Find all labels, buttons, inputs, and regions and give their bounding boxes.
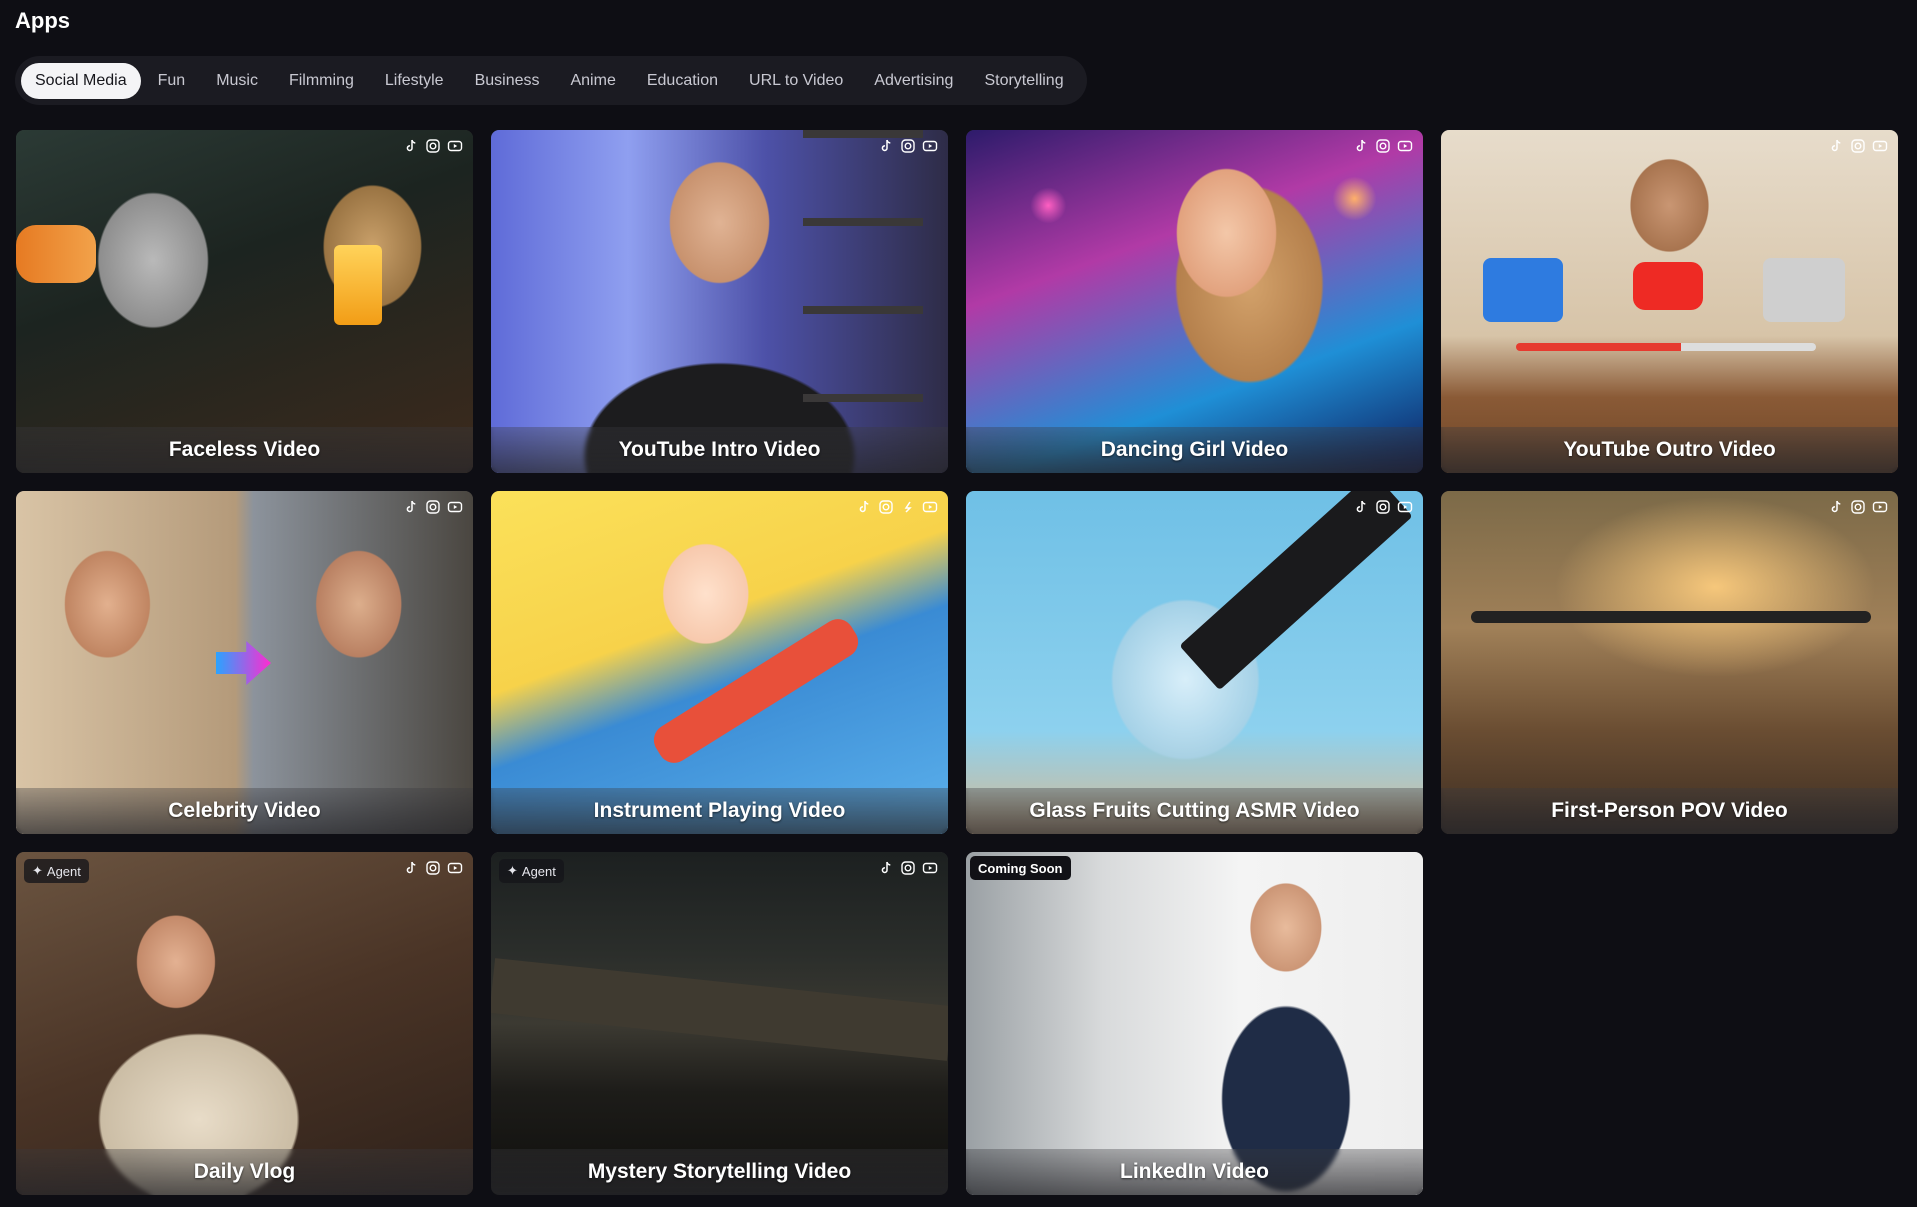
tab-storytelling[interactable]: Storytelling	[970, 63, 1077, 99]
thumbnail-image	[966, 491, 1423, 834]
instagram-icon	[425, 138, 441, 154]
platform-icons	[856, 499, 938, 515]
app-card-youtube-intro-video[interactable]: YouTube Intro Video	[491, 130, 948, 473]
platform-icons	[1828, 499, 1888, 515]
platform-icons	[1828, 138, 1888, 154]
tab-lifestyle[interactable]: Lifestyle	[371, 63, 458, 99]
platform-icons	[1353, 138, 1413, 154]
page-title: Apps	[15, 8, 70, 33]
youtube-icon	[922, 499, 938, 515]
tab-education[interactable]: Education	[633, 63, 732, 99]
thumbnail-image	[16, 491, 473, 834]
app-card-linkedin-video[interactable]: Coming Soon LinkedIn Video	[966, 852, 1423, 1195]
thumbnail-image	[491, 130, 948, 473]
app-card-mystery-storytelling-video[interactable]: ✦ Agent Mystery Storytelling Video	[491, 852, 948, 1195]
sparkle-icon: ✦	[32, 863, 43, 878]
instagram-icon	[1375, 138, 1391, 154]
thumbnail-image	[16, 852, 473, 1195]
instagram-icon	[1850, 138, 1866, 154]
youtube-icon	[1872, 138, 1888, 154]
thumbnail-image	[491, 491, 948, 834]
youtube-icon	[922, 138, 938, 154]
coming-soon-badge: Coming Soon	[970, 856, 1071, 880]
tiktok-icon	[403, 138, 419, 154]
tiktok-icon	[1353, 138, 1369, 154]
instagram-icon	[900, 138, 916, 154]
agent-badge: ✦ Agent	[499, 859, 564, 883]
thumbnail-image	[1441, 130, 1898, 473]
app-card-glass-fruits-cutting-asmr-video[interactable]: Glass Fruits Cutting ASMR Video	[966, 491, 1423, 834]
tiktok-icon	[856, 499, 872, 515]
instagram-icon	[425, 499, 441, 515]
tab-social-media[interactable]: Social Media	[21, 62, 141, 99]
card-title: Faceless Video	[168, 438, 321, 461]
app-card-first-person-pov-video[interactable]: First-Person POV Video	[1441, 491, 1898, 834]
sparkle-icon: ✦	[507, 863, 518, 878]
youtube-icon	[1872, 499, 1888, 515]
app-card-daily-vlog[interactable]: ✦ Agent Daily Vlog	[16, 852, 473, 1195]
youtube-icon	[447, 860, 463, 876]
platform-icons	[1353, 499, 1413, 515]
app-grid: Faceless Video YouTube Intro Video Danci…	[16, 130, 1898, 1195]
card-title: Dancing Girl Video	[1100, 438, 1289, 461]
platform-icons	[878, 138, 938, 154]
platform-icons	[403, 138, 463, 154]
thumbnail-image	[16, 130, 473, 473]
agent-badge: ✦ Agent	[24, 859, 89, 883]
tab-url-to-video[interactable]: URL to Video	[735, 63, 857, 99]
thumbnail-image	[491, 852, 948, 1195]
tiktok-icon	[1828, 499, 1844, 515]
thumbnail-image	[966, 852, 1423, 1195]
card-title: Glass Fruits Cutting ASMR Video	[1029, 799, 1360, 822]
app-card-celebrity-video[interactable]: Celebrity Video	[16, 491, 473, 834]
instagram-icon	[900, 860, 916, 876]
tiktok-icon	[403, 499, 419, 515]
instagram-icon	[425, 860, 441, 876]
thumbnail-image	[1441, 491, 1898, 834]
tiktok-icon	[403, 860, 419, 876]
youtube-icon	[1397, 138, 1413, 154]
youtube-icon	[922, 860, 938, 876]
app-card-youtube-outro-video[interactable]: YouTube Outro Video	[1441, 130, 1898, 473]
category-tabs: Social Media Fun Music Filmming Lifestyl…	[15, 56, 1087, 105]
thumbnail-image	[966, 130, 1423, 473]
app-card-faceless-video[interactable]: Faceless Video	[16, 130, 473, 473]
instagram-icon	[1850, 499, 1866, 515]
instagram-icon	[1375, 499, 1391, 515]
platform-icons	[403, 499, 463, 515]
tab-music[interactable]: Music	[202, 63, 272, 99]
app-card-dancing-girl-video[interactable]: Dancing Girl Video	[966, 130, 1423, 473]
card-title: YouTube Intro Video	[618, 438, 821, 461]
tab-anime[interactable]: Anime	[556, 63, 629, 99]
card-title: Daily Vlog	[193, 1160, 296, 1183]
tiktok-icon	[1828, 138, 1844, 154]
platform-icons	[403, 860, 463, 876]
instagram-icon	[878, 499, 894, 515]
tiktok-icon	[1353, 499, 1369, 515]
tiktok-icon	[878, 138, 894, 154]
tiktok-icon	[878, 860, 894, 876]
youtube-icon	[447, 499, 463, 515]
card-title: YouTube Outro Video	[1563, 438, 1776, 461]
platform-icons	[878, 860, 938, 876]
youtube-icon	[1397, 499, 1413, 515]
threads-icon	[900, 499, 916, 515]
tab-advertising[interactable]: Advertising	[860, 63, 967, 99]
card-title: LinkedIn Video	[1120, 1160, 1269, 1183]
tab-filmming[interactable]: Filmming	[275, 63, 368, 99]
youtube-icon	[447, 138, 463, 154]
card-title: Instrument Playing Video	[593, 799, 846, 822]
card-title: Mystery Storytelling Video	[587, 1160, 852, 1183]
tab-fun[interactable]: Fun	[144, 63, 200, 99]
app-card-instrument-playing-video[interactable]: Instrument Playing Video	[491, 491, 948, 834]
tab-business[interactable]: Business	[461, 63, 554, 99]
card-title: First-Person POV Video	[1551, 799, 1788, 822]
card-title: Celebrity Video	[168, 799, 321, 822]
